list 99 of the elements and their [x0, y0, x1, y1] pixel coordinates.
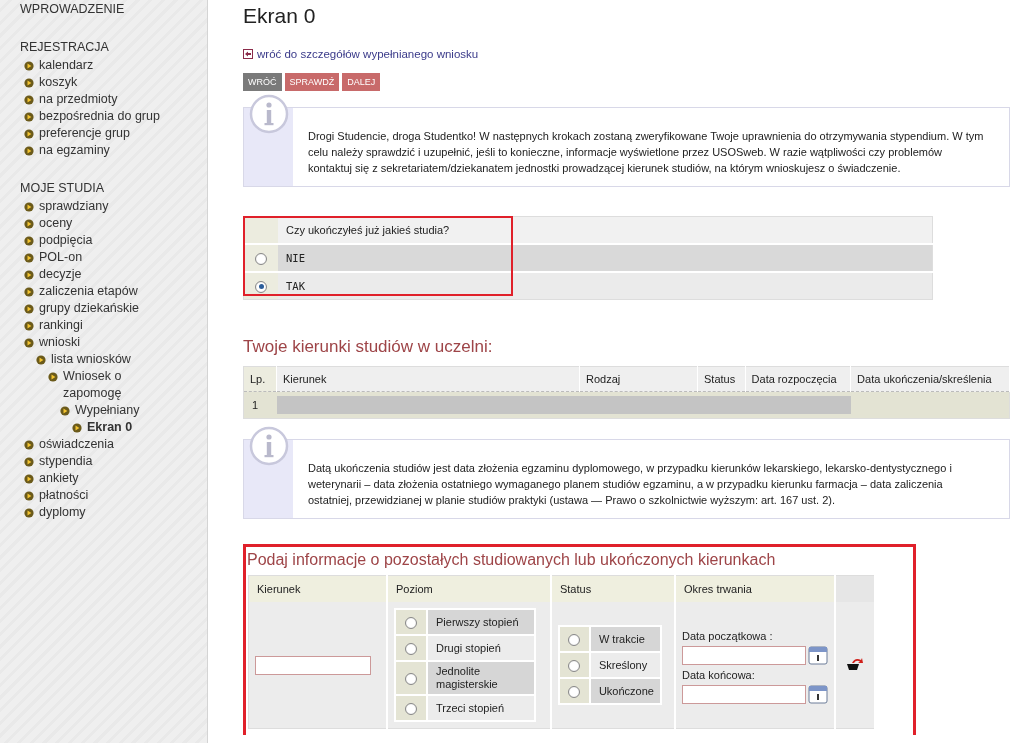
nav-link[interactable]: lista wniosków: [51, 351, 131, 368]
nav-link[interactable]: sprawdziany: [39, 198, 109, 215]
nav-link[interactable]: stypendia: [39, 453, 93, 470]
column-header: Okres trwania: [675, 575, 835, 602]
column-header: Data ukończenia/skreślenia: [850, 366, 1010, 392]
option-label: Ukończone: [598, 684, 654, 697]
nav-link[interactable]: zaliczenia etapów: [39, 283, 138, 300]
radio-button[interactable]: [568, 633, 581, 646]
bullet-icon: [72, 423, 82, 433]
bullet-icon: [24, 287, 34, 297]
nav-link[interactable]: oceny: [39, 215, 73, 232]
date-field[interactable]: [682, 646, 806, 665]
section-heading: Twoje kierunki studiów w uczelni:: [243, 337, 494, 357]
nav-link[interactable]: dyplomy: [39, 504, 86, 521]
option-label: Jednolite magisterskie: [436, 665, 498, 690]
bullet-icon: [48, 372, 58, 382]
column-header: Status: [550, 575, 675, 602]
bullet-icon: [60, 406, 70, 416]
radio-button[interactable]: [568, 685, 581, 698]
nav-link[interactable]: preferencje grup: [39, 125, 131, 142]
bullet-icon: [24, 304, 34, 314]
section-heading[interactable]: MOJE STUDIA: [20, 180, 167, 197]
nav-link[interactable]: oświadczenia: [39, 436, 115, 453]
info-text: Drogi Studencie, droga Studentko! W następnych krokach zostaną zweryfikowane Twoje uprawnienia do otrzymywania stypendium. W tym celu należy sprawdzić i uzupełnić, jeśli to konieczne, informacje wyświetlone przez USOSweb. W razie wątpliwości czy problemów kontaktuj się z sekretariatem/dziekanatem jednostki prowadzącej kierunek studiów, na którym wnioskujesz o świadczenie.: [307, 129, 985, 176]
radio-button[interactable]: [255, 280, 267, 293]
field-label: Data końcowa:: [682, 669, 756, 681]
radio-button[interactable]: [405, 642, 417, 655]
column-header: Rodzaj: [579, 366, 698, 392]
section-heading[interactable]: REJESTRACJA: [20, 39, 167, 56]
bullet-icon: [24, 321, 34, 331]
back-arrow-icon: [243, 49, 253, 59]
column-header: Lp.: [243, 366, 277, 392]
nav-button[interactable]: SPRAWDŹ: [284, 73, 340, 91]
nav-link[interactable]: na egzaminy: [39, 142, 110, 159]
option-label: Trzeci stopień: [436, 701, 505, 714]
bullet-icon: [24, 95, 34, 105]
column-header: Kierunek: [276, 366, 580, 392]
radio-button[interactable]: [568, 659, 581, 672]
bullet-icon: [24, 440, 34, 450]
nav-button[interactable]: DALEJ: [342, 73, 381, 91]
radio-button[interactable]: [405, 616, 417, 629]
bullet-icon: [24, 78, 34, 88]
column-header: Status: [697, 366, 746, 392]
nav-link[interactable]: podpięcia: [39, 232, 93, 249]
nav-link[interactable]: płatności: [39, 487, 89, 504]
option-label: Pierwszy stopień: [436, 615, 519, 628]
nav-link[interactable]: koszyk: [39, 74, 78, 91]
bullet-icon: [24, 129, 34, 139]
bullet-icon: [24, 270, 34, 280]
nav-link[interactable]: bezpośrednia do grup: [39, 108, 160, 125]
bullet-icon: [24, 508, 34, 518]
page-title: Ekran 0: [243, 4, 317, 28]
bullet-icon: [24, 491, 34, 501]
section-heading: Podaj informacje o pozostałych studiowanych lub ukończonych kierunkach: [247, 551, 777, 569]
option-label: Drugi stopień: [436, 641, 501, 654]
nav-link[interactable]: decyzje: [39, 266, 82, 283]
nav-link[interactable]: ankiety: [39, 470, 79, 487]
nav-link[interactable]: na przedmioty: [39, 91, 118, 108]
bullet-icon: [24, 112, 34, 122]
bullet-icon: [24, 146, 34, 156]
bullet-icon: [24, 474, 34, 484]
section-heading[interactable]: WPROWADZENIE: [20, 1, 167, 18]
calendar-icon[interactable]: [808, 684, 828, 704]
option-label: NIE: [286, 252, 305, 264]
column-header: Poziom: [387, 575, 551, 602]
nav-link[interactable]: rankingi: [39, 317, 83, 334]
bullet-icon: [24, 219, 34, 229]
nav-link[interactable]: wnioski: [39, 334, 80, 351]
option-label: TAK: [286, 280, 305, 292]
info-text: Datą ukończenia studiów jest data złożenia egzaminu dyplomowego, w przypadku kierunków lekarskiego, lekarsko-dentystycznego i weterynarii – data złożenia ostatniego wymaganego planem studiów egzaminu, a w przypadku kierunku farmacja – data zaliczenia ostatniej, przewidzianej w planie studiów praktyki (ustawa — Prawo o szkolnictwie wyższym: art. 167 ust. 2).: [307, 461, 953, 508]
option-label: Skreślony: [598, 658, 648, 671]
nav-link[interactable]: Wypełniany: [75, 402, 140, 419]
bullet-icon: [24, 457, 34, 467]
bullet-icon: [24, 236, 34, 246]
question-label: Czy ukończyłeś już jakieś studia?: [278, 216, 933, 244]
table-cell: 1: [243, 391, 277, 419]
bullet-icon: [24, 253, 34, 263]
radio-button[interactable]: [405, 702, 417, 715]
date-field[interactable]: [682, 685, 806, 704]
nav-link[interactable]: Ekran 0: [87, 419, 133, 436]
option-label: W trakcie: [598, 632, 645, 645]
nav-link[interactable]: POL-on: [39, 249, 83, 266]
nav-link[interactable]: Wniosek o zapomogę: [63, 368, 167, 402]
bullet-icon: [24, 61, 34, 71]
calendar-icon[interactable]: [808, 645, 828, 665]
column-header: Kierunek: [248, 575, 387, 602]
radio-button[interactable]: [255, 252, 267, 265]
back-link[interactable]: wróć do szczegółów wypełnianego wniosku: [257, 48, 479, 60]
nav-button[interactable]: WRÓĆ: [243, 73, 282, 91]
bullet-icon: [24, 202, 34, 212]
bullet-icon: [24, 338, 34, 348]
bullet-icon: [36, 355, 46, 365]
radio-button[interactable]: [405, 672, 417, 685]
column-header: Data rozpoczęcia: [745, 366, 851, 392]
field-label: Data początkowa :: [682, 630, 774, 642]
delete-icon[interactable]: [846, 657, 864, 671]
input-field[interactable]: [255, 655, 371, 675]
nav-link[interactable]: kalendarz: [39, 57, 94, 74]
nav-link[interactable]: grupy dziekańskie: [39, 300, 140, 317]
